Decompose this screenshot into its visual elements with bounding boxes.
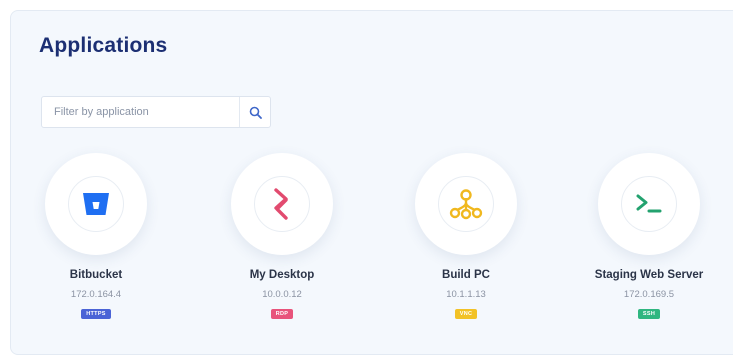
app-ip-address: 10.1.1.13 — [446, 289, 486, 300]
app-ip-address: 172.0.164.4 — [70, 289, 122, 300]
app-name[interactable]: Staging Web Server — [569, 269, 729, 281]
app-card-my-desktop: My Desktop 10.0.0.12 RDP — [202, 153, 362, 320]
bitbucket-icon — [83, 193, 109, 215]
protocol-badge: RDP — [270, 309, 294, 319]
app-name[interactable]: Bitbucket — [16, 269, 176, 281]
network-tree-icon — [449, 189, 483, 220]
app-card-bitbucket: Bitbucket 172.0.164.4 HTTPS — [16, 153, 176, 320]
app-ip-address: 10.0.0.12 — [262, 289, 302, 300]
terminal-icon — [636, 194, 662, 213]
protocol-badge: VNC — [454, 309, 478, 319]
protocol-badge: SSH — [637, 309, 661, 319]
search-button[interactable] — [239, 97, 270, 127]
app-tile-bitbucket[interactable] — [45, 153, 147, 255]
app-card-staging-web-server: Staging Web Server 172.0.169.5 SSH — [569, 153, 729, 320]
app-icon-frame — [438, 176, 494, 232]
app-tile-staging-web-server[interactable] — [598, 153, 700, 255]
page-title: Applications — [39, 34, 168, 57]
app-card-build-pc: Build PC 10.1.1.13 VNC — [386, 153, 546, 320]
app-name[interactable]: My Desktop — [202, 269, 362, 281]
applications-panel: Applications Bitbucket 172.0.164.4 HTTPS — [10, 10, 733, 355]
app-name[interactable]: Build PC — [386, 269, 546, 281]
app-ip-address: 172.0.169.5 — [623, 289, 675, 300]
app-tile-my-desktop[interactable] — [231, 153, 333, 255]
app-icon-frame — [621, 176, 677, 232]
desktop-chevron-icon — [274, 188, 288, 220]
filter-input[interactable] — [42, 97, 246, 127]
filter-box — [41, 96, 271, 128]
app-tile-build-pc[interactable] — [415, 153, 517, 255]
app-icon-frame — [254, 176, 310, 232]
protocol-badge: HTTPS — [81, 309, 111, 319]
app-icon-frame — [68, 176, 124, 232]
search-icon — [249, 106, 262, 119]
